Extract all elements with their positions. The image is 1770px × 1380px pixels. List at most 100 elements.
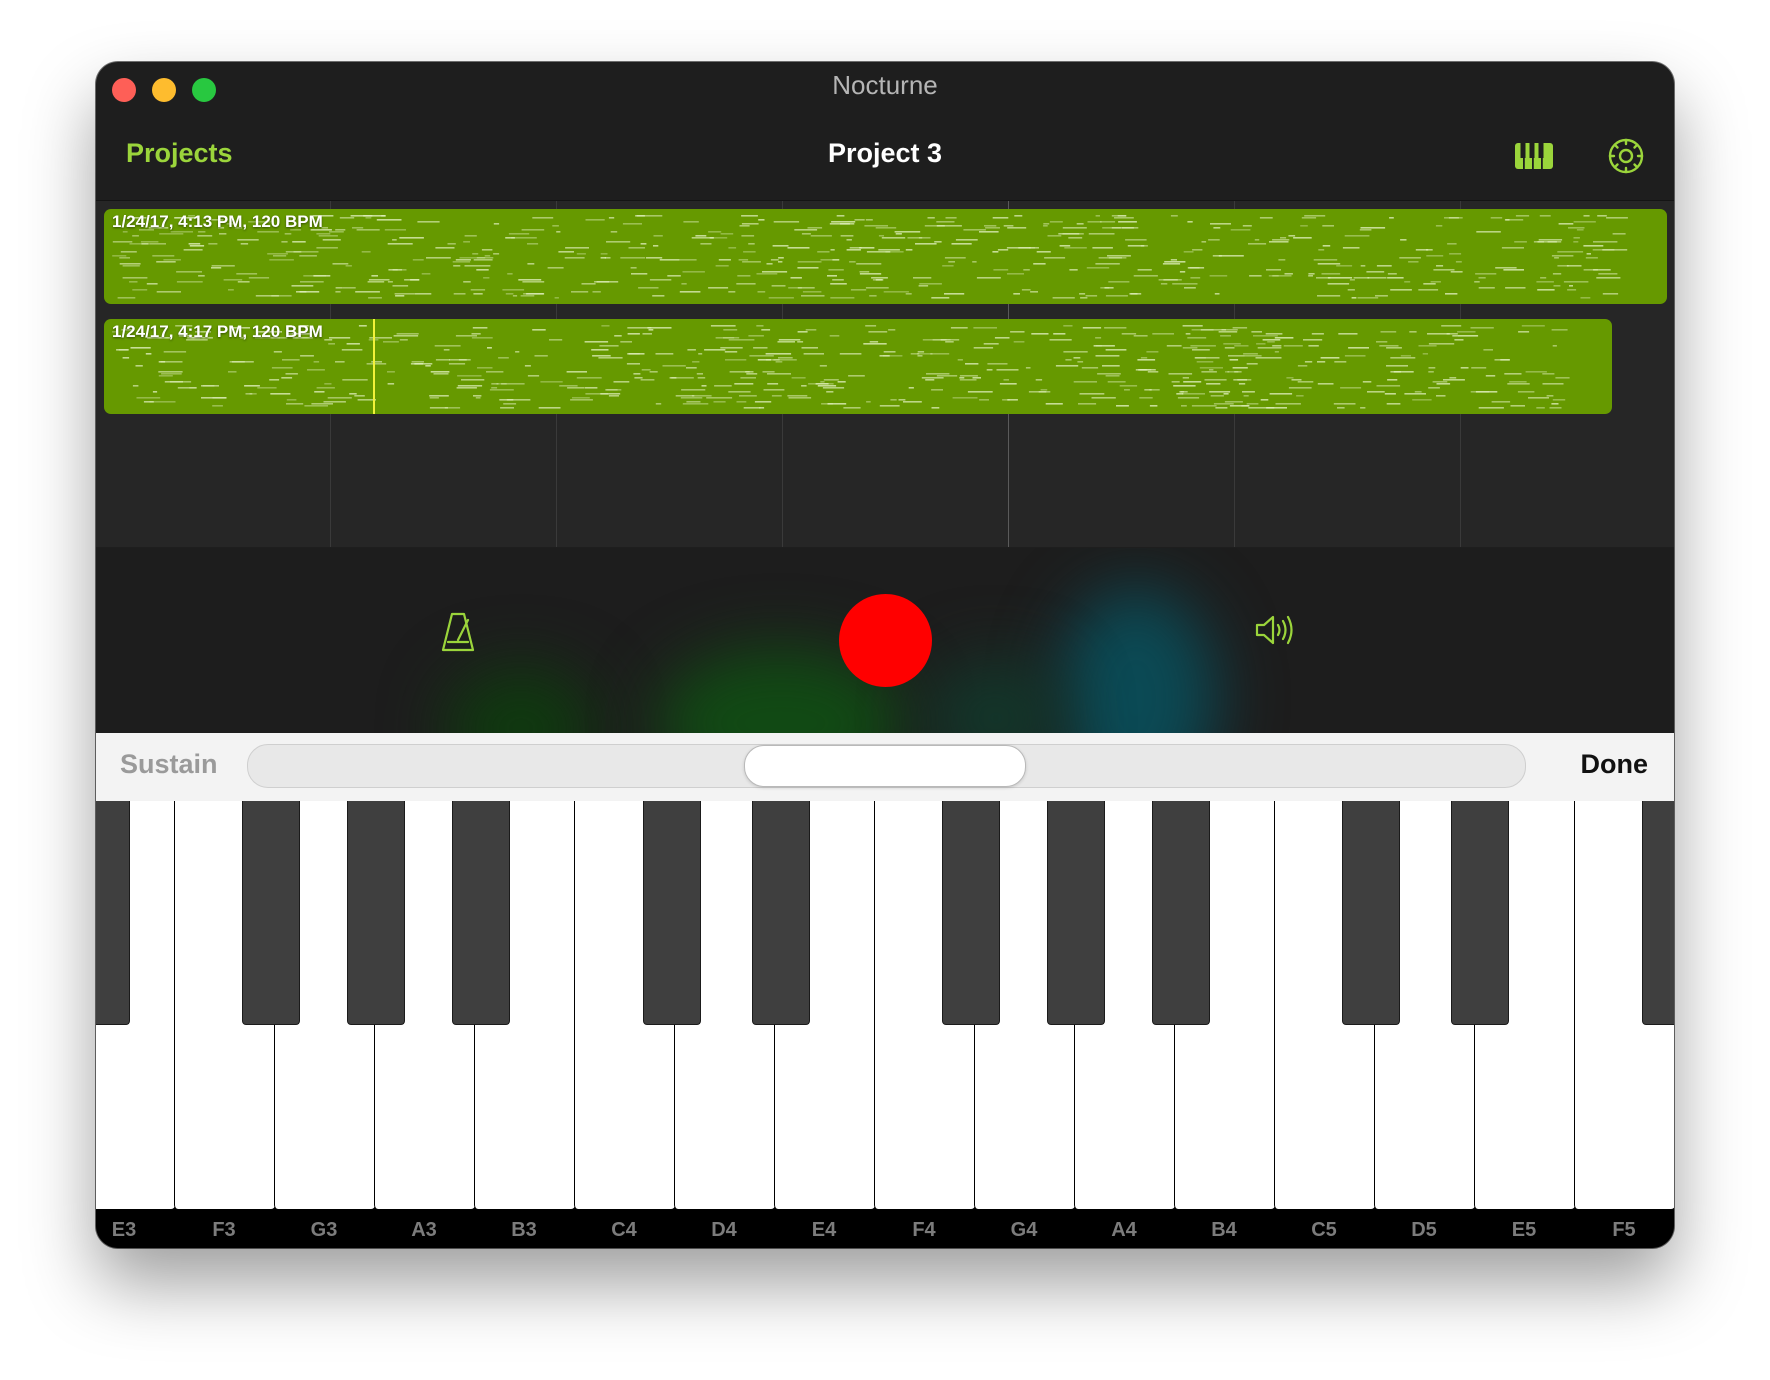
- midi-note: [392, 239, 397, 241]
- track-clip-1[interactable]: 1/24/17, 4:13 PM, 120 BPM: [104, 209, 1667, 304]
- midi-note: [1357, 297, 1379, 299]
- midi-note: [1387, 273, 1397, 275]
- midi-note: [605, 389, 618, 391]
- midi-note: [135, 365, 143, 367]
- midi-note: [803, 353, 824, 355]
- midi-note: [606, 241, 631, 243]
- midi-note: [1470, 327, 1494, 329]
- midi-note: [890, 399, 897, 401]
- midi-note: [471, 333, 481, 335]
- midi-note: [1055, 365, 1079, 367]
- midi-note: [701, 385, 707, 387]
- midi-note: [1478, 407, 1504, 409]
- midi-note: [1183, 381, 1202, 383]
- projects-back-button[interactable]: Projects: [126, 138, 233, 169]
- track-clip-2[interactable]: 1/24/17, 4:17 PM, 120 BPM: [104, 319, 1612, 414]
- midi-note: [828, 269, 844, 271]
- midi-note: [697, 377, 706, 379]
- piano-keys-icon[interactable]: [1512, 134, 1556, 183]
- midi-note: [773, 359, 797, 361]
- midi-note: [679, 259, 697, 261]
- record-button[interactable]: [839, 594, 932, 687]
- midi-note: [1249, 275, 1262, 277]
- midi-note: [885, 251, 904, 253]
- black-key[interactable]: [1451, 801, 1509, 1025]
- midi-note: [1238, 383, 1246, 385]
- midi-note: [1426, 255, 1444, 257]
- midi-note: [1146, 351, 1159, 353]
- midi-note: [1539, 215, 1551, 217]
- black-key[interactable]: [1342, 801, 1400, 1025]
- track-area[interactable]: 1/24/17, 4:13 PM, 120 BPM 1/24/17, 4:17 …: [96, 201, 1674, 547]
- midi-note: [686, 401, 701, 403]
- midi-note: [930, 353, 950, 355]
- midi-note: [1427, 333, 1450, 335]
- midi-note: [332, 263, 349, 265]
- speaker-volume-icon[interactable]: [1254, 612, 1298, 653]
- midi-note: [655, 403, 662, 405]
- midi-note: [335, 229, 346, 231]
- midi-note: [534, 355, 548, 357]
- midi-note: [979, 231, 999, 233]
- midi-note: [931, 389, 943, 391]
- midi-note: [1025, 367, 1031, 369]
- midi-note: [1436, 265, 1444, 267]
- midi-note: [552, 225, 559, 227]
- midi-note: [1517, 391, 1535, 393]
- clip-notes: [112, 325, 1570, 409]
- midi-note: [1184, 287, 1196, 289]
- midi-note: [522, 281, 545, 283]
- midi-note: [830, 297, 855, 299]
- midi-note: [1166, 345, 1182, 347]
- midi-note: [1426, 249, 1433, 251]
- midi-note: [141, 243, 149, 245]
- midi-note: [993, 269, 1009, 271]
- midi-note: [626, 363, 640, 365]
- midi-note: [429, 407, 448, 409]
- midi-note: [459, 257, 486, 259]
- midi-note: [471, 337, 493, 339]
- black-key[interactable]: [452, 801, 510, 1025]
- midi-note: [829, 335, 840, 337]
- black-key[interactable]: [643, 801, 701, 1025]
- midi-note: [1288, 387, 1312, 389]
- midi-note: [426, 257, 451, 259]
- midi-note: [1105, 295, 1128, 297]
- done-button[interactable]: Done: [1581, 749, 1649, 780]
- midi-note: [771, 285, 786, 287]
- black-key[interactable]: [1152, 801, 1210, 1025]
- black-key[interactable]: [1642, 801, 1674, 1025]
- midi-note: [140, 241, 159, 243]
- sustain-slider-thumb[interactable]: [744, 745, 1026, 787]
- midi-note: [655, 353, 674, 355]
- midi-note: [1404, 281, 1411, 283]
- black-key[interactable]: [1047, 801, 1105, 1025]
- midi-note: [472, 327, 488, 329]
- playhead[interactable]: [373, 319, 375, 414]
- sustain-slider[interactable]: [247, 744, 1526, 788]
- midi-note: [1269, 241, 1289, 243]
- midi-note: [1147, 371, 1159, 373]
- black-key[interactable]: [96, 801, 130, 1025]
- midi-note: [1367, 391, 1385, 393]
- gear-icon[interactable]: [1604, 134, 1648, 183]
- midi-note: [1418, 345, 1437, 347]
- midi-note: [1386, 403, 1401, 405]
- midi-note: [1190, 277, 1201, 279]
- midi-note: [1507, 383, 1530, 385]
- midi-note: [601, 325, 610, 327]
- midi-note: [797, 331, 808, 333]
- black-key[interactable]: [242, 801, 300, 1025]
- black-key[interactable]: [942, 801, 1000, 1025]
- midi-note: [846, 239, 852, 241]
- midi-note: [433, 373, 449, 375]
- midi-note: [865, 325, 877, 327]
- black-key[interactable]: [347, 801, 405, 1025]
- midi-note: [994, 337, 1010, 339]
- midi-note: [1386, 365, 1408, 367]
- black-key[interactable]: [752, 801, 810, 1025]
- midi-note: [1085, 295, 1098, 297]
- midi-note: [1317, 383, 1334, 385]
- metronome-icon[interactable]: [440, 610, 476, 659]
- midi-note: [1449, 377, 1457, 379]
